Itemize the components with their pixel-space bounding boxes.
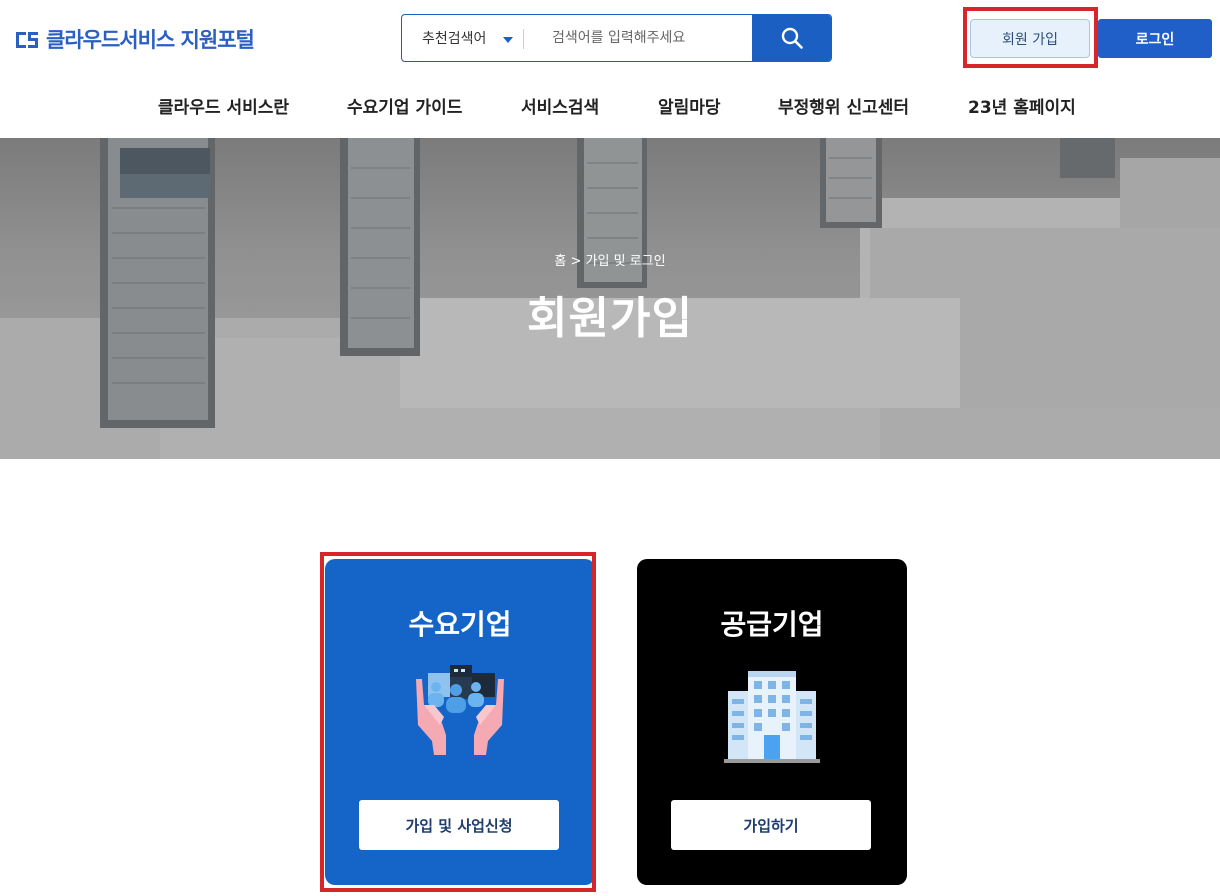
site-header: 클라우드서비스 지원포털 추천검색어 회원 가입 로그인 클라우드 서비스란 수… [0,0,1220,138]
search-bar: 추천검색어 [401,14,832,62]
search-icon [781,27,803,49]
hands-people-icon [416,665,504,755]
search-category-label: 추천검색어 [422,31,487,47]
logo-mark-icon [16,32,38,48]
login-button[interactable]: 로그인 [1098,19,1212,58]
nav-item-23-homepage[interactable]: 23년 홈페이지 [968,93,1076,118]
hero-banner: 홈 > 가입 및 로그인 회원가입 [0,138,1220,459]
site-logo[interactable]: 클라우드서비스 지원포털 [14,24,255,54]
demand-company-card[interactable]: 수요기업 가입 및 사업신청 [325,559,595,885]
breadcrumb: 홈 > 가입 및 로그인 [554,254,666,269]
search-input[interactable] [524,15,752,61]
supply-join-button[interactable]: 가입하기 [671,800,871,850]
main-nav: 클라우드 서비스란 수요기업 가이드 서비스검색 알림마당 부정행위 신고센터 … [0,93,1220,118]
demand-join-apply-button[interactable]: 가입 및 사업신청 [359,800,559,850]
search-category-select[interactable]: 추천검색어 [402,15,524,61]
card-title: 공급기업 [720,608,824,641]
card-title: 수요기업 [408,608,512,641]
page-title: 회원가입 [527,293,693,344]
supply-company-card[interactable]: 공급기업 가입하기 [637,559,907,885]
join-button[interactable]: 회원 가입 [970,19,1090,58]
building-icon [724,671,820,763]
nav-item-demand-guide[interactable]: 수요기업 가이드 [347,93,462,118]
nav-item-service-search[interactable]: 서비스검색 [521,93,599,118]
nav-item-notice[interactable]: 알림마당 [658,93,721,118]
caret-down-icon [503,37,513,43]
nav-item-cloud-service[interactable]: 클라우드 서비스란 [158,93,289,118]
logo-text: 클라우드서비스 지원포털 [46,28,255,52]
search-button[interactable] [752,15,831,61]
nav-item-report-center[interactable]: 부정행위 신고센터 [778,93,909,118]
